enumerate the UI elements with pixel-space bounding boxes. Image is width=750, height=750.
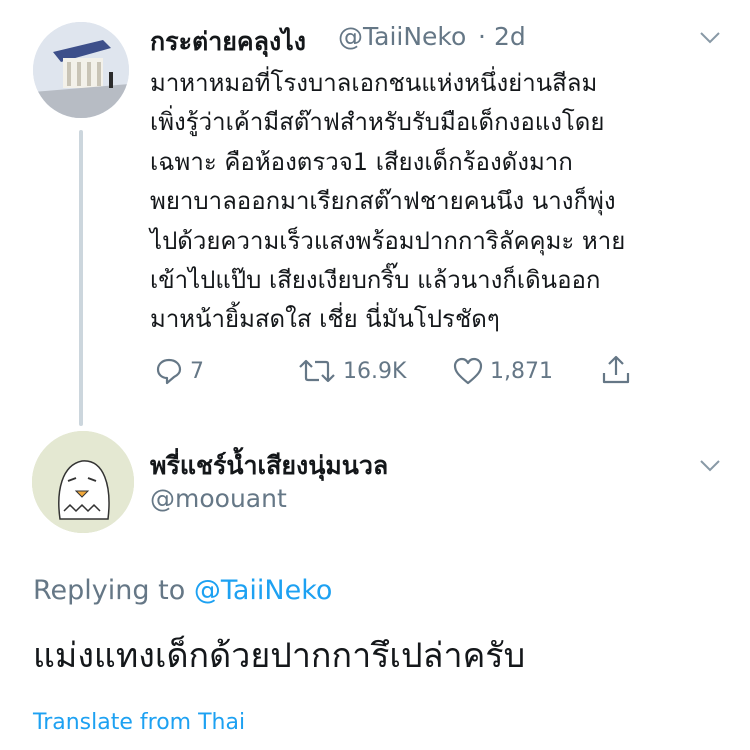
translate-link[interactable]: Translate from Thai: [33, 710, 245, 735]
reply-author-avatar[interactable]: [32, 431, 134, 533]
share-icon: [602, 355, 630, 384]
tweet-body-line: เข้าไปแป๊บ เสียงเงียบกริ๊บ แล้วนางก็เดิน…: [150, 266, 601, 295]
tweet-body-line: ไปด้วยความเร็วแสงพร้อมปากการิลัคคุมะ หาย: [150, 226, 626, 255]
tweet-body-line: มาหน้ายิ้มสดใส เชี่ย นี่มันโปรชัดๆ: [150, 305, 500, 334]
author-avatar[interactable]: [33, 22, 129, 118]
replying-to-link[interactable]: @TaiiNeko: [194, 575, 333, 606]
retweet-button[interactable]: 16.9K: [297, 356, 406, 386]
replying-to-prefix: Replying to: [33, 575, 186, 606]
reply-button[interactable]: 7: [154, 356, 204, 386]
author-handle[interactable]: @TaiiNeko: [338, 22, 466, 51]
reply-author-handle[interactable]: @moouant: [150, 484, 287, 513]
tweet-body-line: เฉพาะ คือห้องตรวจ1 เสียงเด็กร้องดังมาก: [150, 147, 573, 176]
like-button[interactable]: 1,871: [452, 356, 553, 386]
retweet-icon: [299, 359, 335, 383]
heart-icon: [453, 357, 483, 385]
tweet-body-line: เพิ่งรู้ว่าเค้ามีสต๊าฟสำหรับรับมือเด็กงอ…: [150, 108, 605, 137]
share-button[interactable]: [600, 354, 632, 386]
reply-author-display-name[interactable]: พรี่แชร์น้ำเสียงนุ่มนวล: [150, 446, 388, 486]
tweet-body: มาหาหมอที่โรงบาลเอกชนแห่งหนึ่งย่านสีลม เ…: [150, 64, 740, 340]
meta-separator: ·: [478, 22, 486, 51]
tweet-timestamp[interactable]: 2d: [494, 22, 526, 51]
replying-to-line: Replying to @TaiiNeko: [33, 575, 332, 606]
chevron-down-icon[interactable]: [697, 452, 723, 478]
reply-count: 7: [190, 358, 204, 384]
tweet-body-line: มาหาหมอที่โรงบาลเอกชนแห่งหนึ่งย่านสีลม: [150, 69, 598, 97]
tweet-body-line: พยาบาลออกมาเรียกสต๊าฟชายคนนึง นางก็พุ่ง: [150, 187, 616, 216]
chevron-down-icon[interactable]: [697, 24, 723, 50]
reply-body: แม่งแทงเด็กด้วยปากการึเปล่าครับ: [33, 636, 526, 676]
reply-icon: [156, 358, 182, 385]
like-count: 1,871: [490, 358, 553, 384]
thread-connector-line: [79, 130, 83, 426]
retweet-count: 16.9K: [343, 358, 407, 384]
author-display-name[interactable]: กระต่ายคลุงไง: [150, 22, 306, 62]
